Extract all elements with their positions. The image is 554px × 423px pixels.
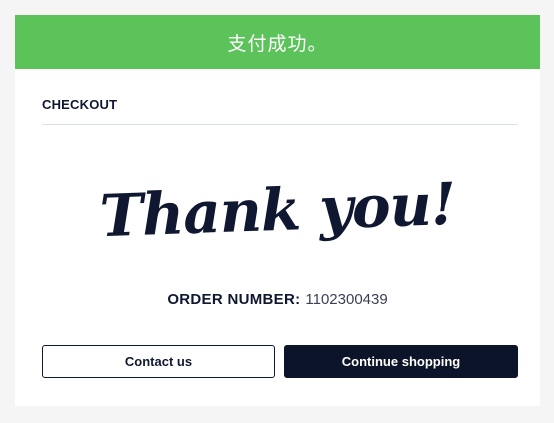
thank-you-heading: Thank you! [98,169,457,251]
divider [42,124,518,125]
continue-shopping-label: Continue shopping [341,354,461,369]
continue-shopping-button[interactable]: Continue shopping [284,345,518,378]
success-message: 支付成功。 [227,32,328,55]
section-title: CHECKOUT [42,97,118,112]
order-number-line: ORDER NUMBER: 1102300439 [15,291,540,308]
success-banner: 支付成功。 [15,15,540,69]
checkout-card: 支付成功。 CHECKOUT Thank you! ORDER NUMBER: 1… [15,15,540,406]
order-number-label: ORDER NUMBER: [167,291,301,308]
contact-us-button[interactable]: Contact us [42,345,275,378]
order-number-value: 1102300439 [305,291,388,308]
contact-us-label: Contact us [124,354,193,369]
